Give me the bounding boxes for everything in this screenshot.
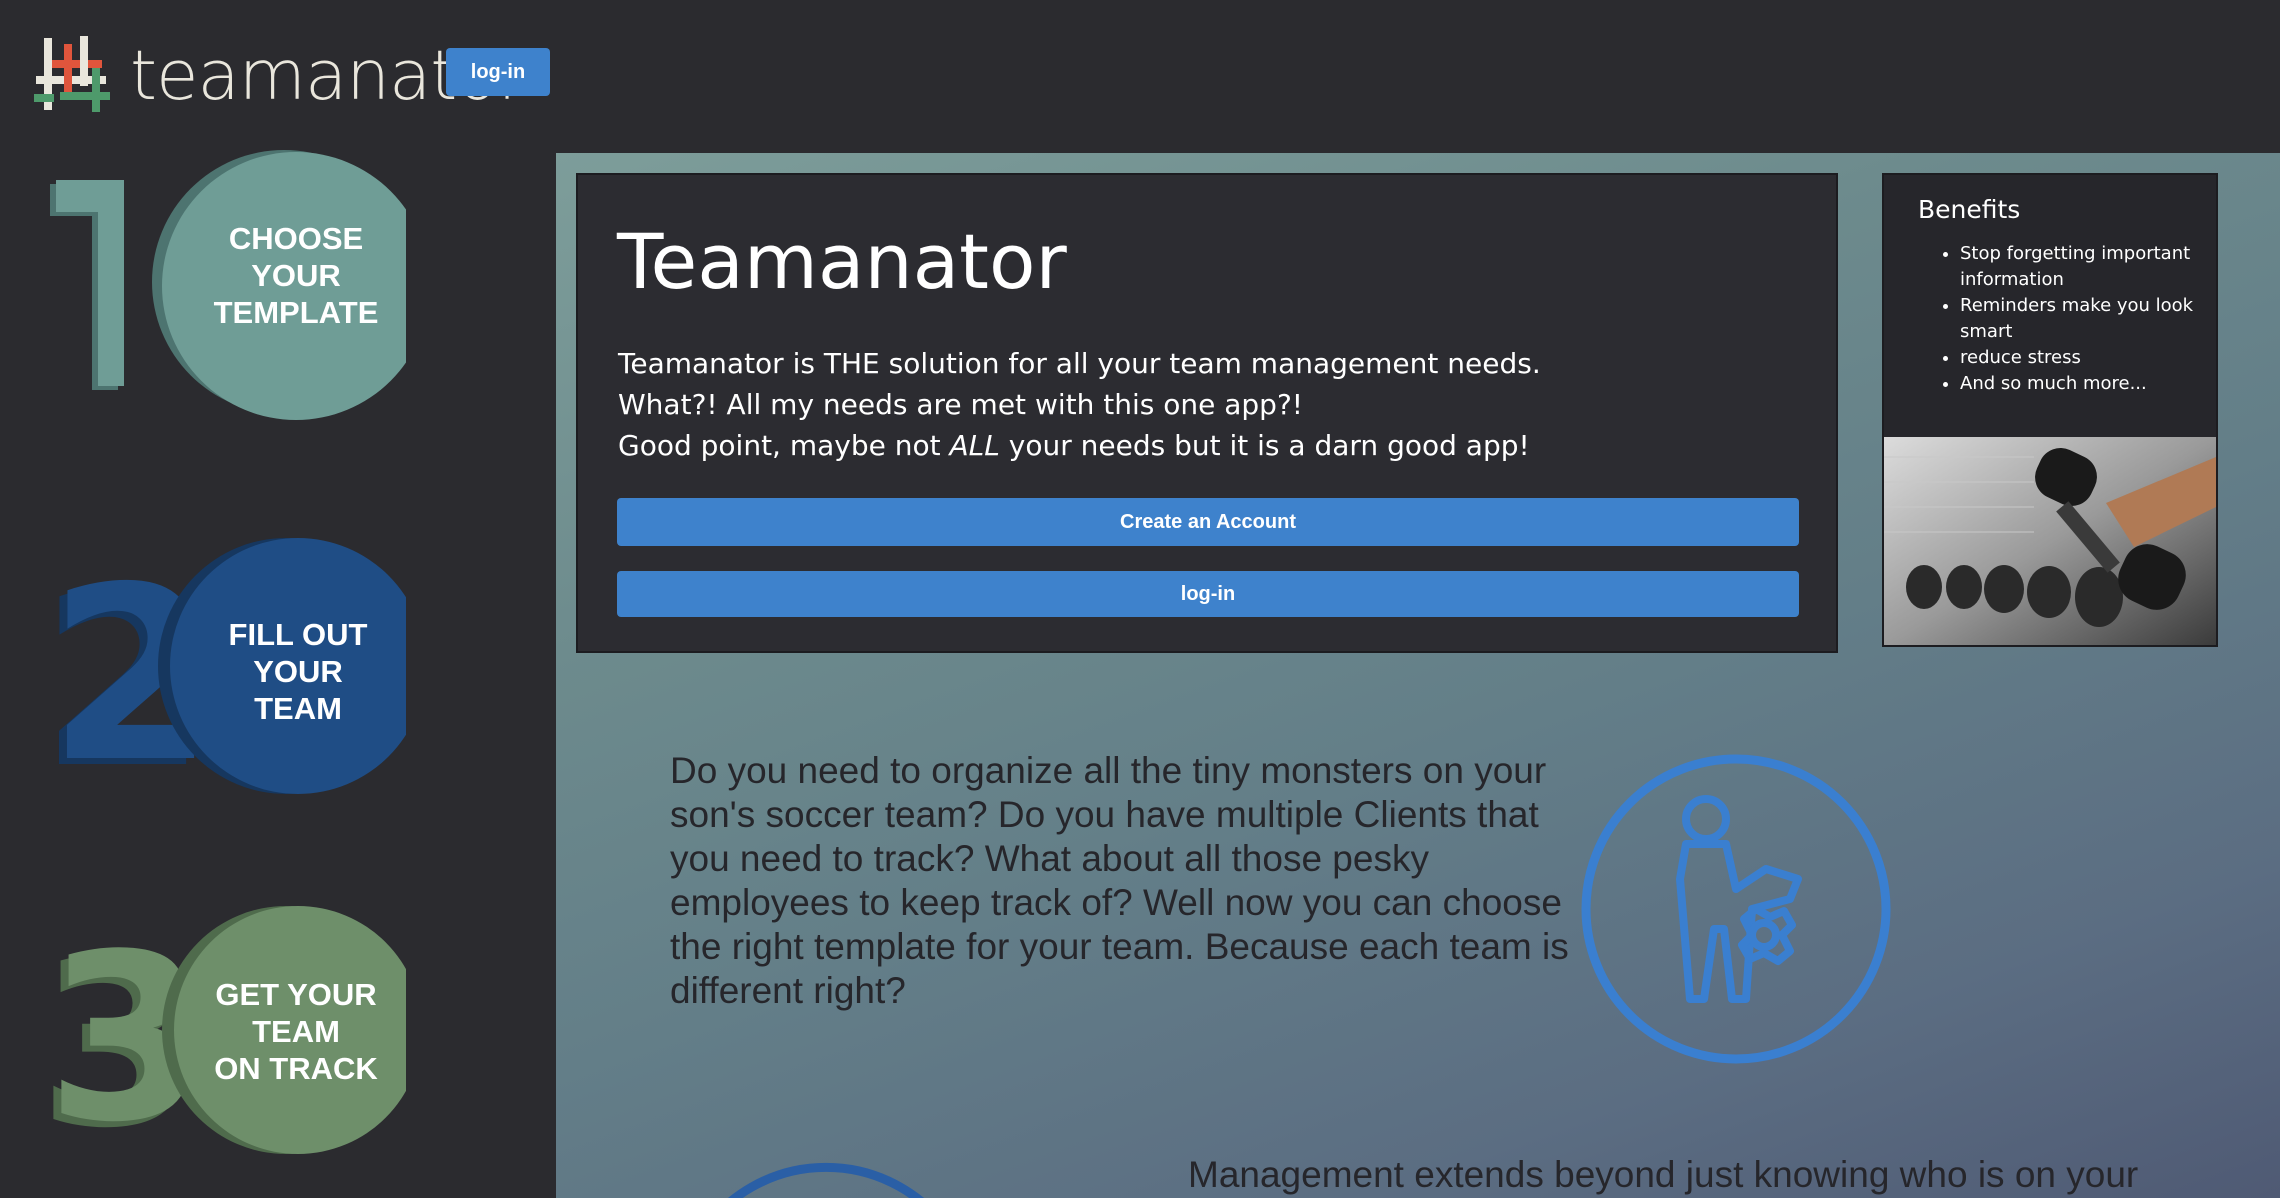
step-3-label-line: ON TRACK <box>214 1051 378 1086</box>
hero-description: Teamanator is THE solution for all your … <box>618 343 1541 466</box>
create-account-button[interactable]: Create an Account <box>617 498 1799 546</box>
step-1-label-line: YOUR <box>251 258 341 293</box>
teamanator-logo-icon <box>34 36 110 112</box>
hero-line-3-emphasis: ALL <box>949 429 1000 462</box>
benefit-item: Reminders make you look smart <box>1960 293 2216 345</box>
step-1: CHOOSE YOUR TEMPLATE <box>46 146 406 420</box>
step-1-label: CHOOSE YOUR TEMPLATE <box>196 220 396 331</box>
step-1-label-line: TEMPLATE <box>213 295 379 330</box>
benefit-item: Stop forgetting important information <box>1960 241 2216 293</box>
benefits-list: Stop forgetting important information Re… <box>1918 241 2216 397</box>
header-login-button[interactable]: log-in <box>446 48 550 96</box>
step-2-label-line: TEAM <box>254 691 342 726</box>
main-panel: Teamanator Teamanator is THE solution fo… <box>556 153 2280 1198</box>
benefit-item: reduce stress <box>1960 345 2216 371</box>
step-3-label-line: GET YOUR <box>215 977 377 1012</box>
hero-line-3-end: your needs but it is a darn good app! <box>999 429 1530 462</box>
circle-icon-partial <box>728 1162 924 1198</box>
team-member-gear-icon <box>1581 754 1891 1064</box>
benefits-card: Benefits Stop forgetting important infor… <box>1882 173 2218 647</box>
step-1-label-line: CHOOSE <box>228 221 364 256</box>
hero-line-1: Teamanator is THE solution for all your … <box>618 347 1541 380</box>
hero-login-button[interactable]: log-in <box>617 571 1799 617</box>
step-2: 2 2 FILL OUT YOUR TEAM <box>46 536 406 806</box>
step-2-label-line: YOUR <box>253 654 343 689</box>
step-3-label-line: TEAM <box>252 1014 340 1049</box>
step-3-label: GET YOUR TEAM ON TRACK <box>196 976 396 1087</box>
hero-card: Teamanator Teamanator is THE solution fo… <box>576 173 1838 653</box>
hero-line-3: Good point, maybe not ALL your needs but… <box>618 425 1541 466</box>
hero-line-2: What?! All my needs are met with this on… <box>618 388 1304 421</box>
benefit-item: And so much more... <box>1960 371 2216 397</box>
step-2-label: FILL OUT YOUR TEAM <box>198 616 398 727</box>
dumbbell-photo <box>1884 437 2216 645</box>
hero-title: Teamanator <box>617 217 1067 306</box>
step-2-label-line: FILL OUT <box>228 617 368 652</box>
step-3: 3 3 GET YOUR TEAM ON TRACK <box>46 904 406 1174</box>
benefits-title: Benefits <box>1918 195 2021 224</box>
management-paragraph: Management extends beyond just knowing w… <box>1188 1154 2139 1195</box>
hero-line-3-start: Good point, maybe not <box>618 429 950 462</box>
template-paragraph: Do you need to organize all the tiny mon… <box>670 750 1569 1011</box>
